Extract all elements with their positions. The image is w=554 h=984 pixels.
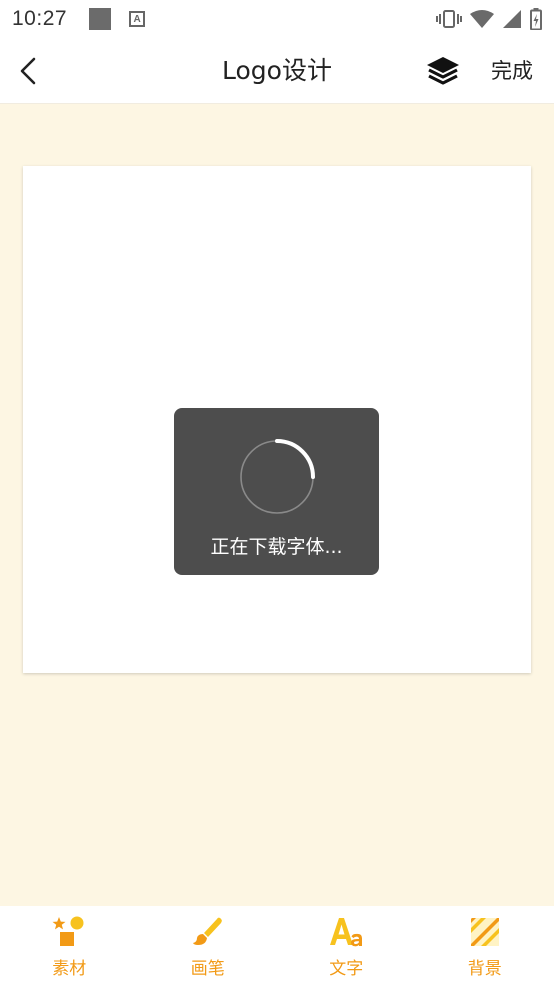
background-icon (470, 918, 499, 946)
wifi-icon (470, 10, 494, 28)
vibrate-icon (436, 10, 462, 28)
notification-square-icon (89, 8, 112, 30)
materials-icon (52, 916, 84, 946)
tab-background[interactable]: 背景 (416, 906, 554, 984)
tab-label: 背景 (467, 959, 502, 979)
a-badge-icon: A (129, 11, 146, 27)
tab-label: 文字 (329, 959, 364, 979)
loading-spinner (240, 439, 315, 514)
back-button[interactable] (12, 53, 44, 89)
tab-materials[interactable]: 素材 (0, 906, 139, 984)
tab-label: 素材 (52, 959, 87, 979)
status-bar: 10:27 A (0, 0, 554, 38)
brush-icon (192, 917, 222, 945)
layers-button[interactable] (424, 54, 462, 88)
cell-signal-icon (503, 10, 521, 28)
text-icon (330, 918, 363, 947)
tab-text[interactable]: 文字 (277, 906, 416, 984)
app-bar: Logo设计 完成 (0, 38, 554, 104)
done-button[interactable]: 完成 (480, 38, 544, 104)
layers-icon (427, 57, 459, 85)
tab-label: 画笔 (190, 959, 225, 979)
status-icons (436, 8, 542, 30)
screen: 10:27 A Logo设计 完成 正在下载字体... 素材 画笔 文字 背景 (0, 0, 554, 984)
tab-brush[interactable]: 画笔 (139, 906, 278, 984)
back-arrow-icon (20, 57, 36, 85)
status-time: 10:27 (12, 7, 68, 30)
loading-message: 正在下载字体... (210, 536, 343, 558)
bottom-tab-bar: 素材 画笔 文字 背景 (0, 906, 554, 984)
battery-icon (530, 8, 542, 30)
page-title: Logo设计 (222, 56, 332, 85)
loading-toast: 正在下载字体... (174, 408, 379, 575)
